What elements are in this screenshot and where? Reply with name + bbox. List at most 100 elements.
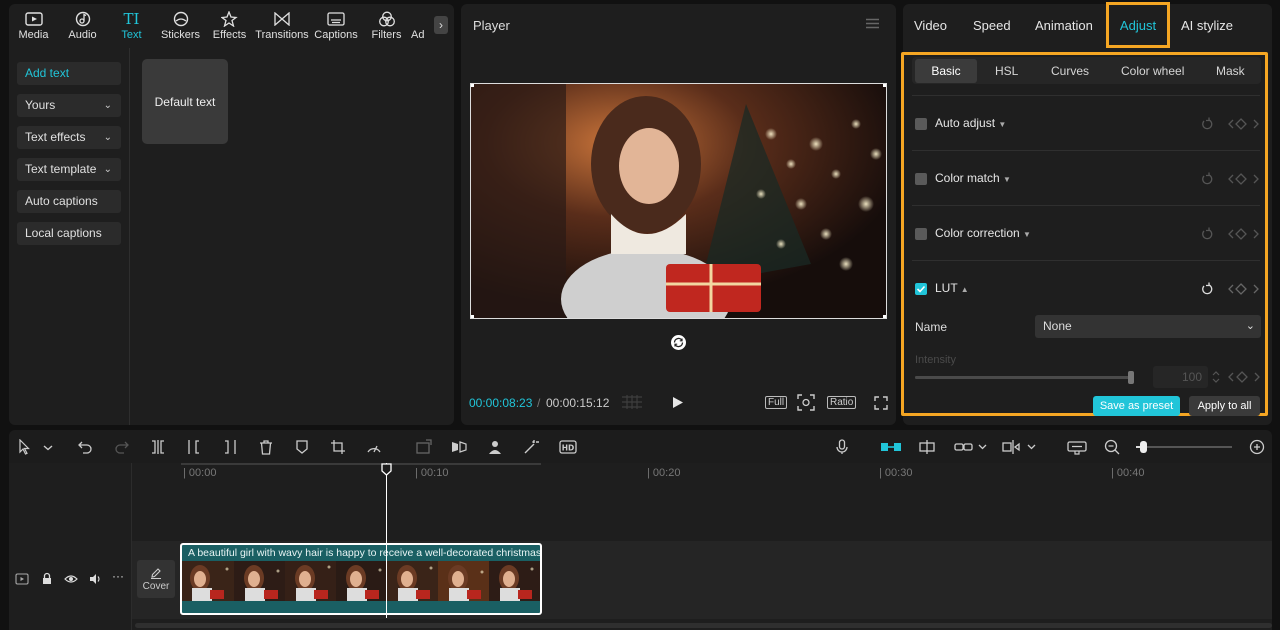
- tab-effects[interactable]: Effects: [205, 4, 254, 44]
- yours-dropdown[interactable]: Yours ⌄: [17, 94, 121, 117]
- subtab-color-wheel[interactable]: Color wheel: [1121, 64, 1184, 78]
- hd-button[interactable]: HD: [559, 439, 577, 455]
- intensity-stepper[interactable]: [1211, 369, 1221, 385]
- tab-text[interactable]: TI Text: [107, 4, 156, 44]
- tab-ai-stylize[interactable]: AI stylize: [1181, 18, 1233, 33]
- text-effects-dropdown[interactable]: Text effects ⌄: [17, 126, 121, 149]
- video-frame[interactable]: [470, 83, 887, 319]
- tab-speed[interactable]: Speed: [973, 18, 1011, 33]
- speed-curve-button[interactable]: [366, 439, 382, 455]
- intensity-input[interactable]: 100: [1153, 366, 1208, 388]
- color-match-toggle[interactable]: Color match ▼: [935, 171, 1011, 185]
- mirror-button[interactable]: [451, 439, 467, 455]
- person-icon: [489, 441, 501, 454]
- magic-button[interactable]: [523, 439, 539, 455]
- linkage-button[interactable]: [954, 439, 988, 455]
- track-controls: ···: [15, 569, 127, 586]
- frame-handle-tl[interactable]: [471, 84, 474, 87]
- more-icon[interactable]: ···: [112, 569, 124, 583]
- auto-adjust-checkbox[interactable]: [915, 118, 927, 130]
- speaker-icon[interactable]: [88, 572, 102, 586]
- auto-adjust-toggle[interactable]: Auto adjust ▼: [935, 116, 1006, 130]
- zoom-out-button[interactable]: [1104, 439, 1120, 455]
- full-button[interactable]: Full: [765, 396, 788, 409]
- snap-button[interactable]: [918, 439, 935, 455]
- lut-toggle[interactable]: LUT ▲: [935, 281, 969, 295]
- playhead[interactable]: [386, 463, 387, 618]
- redo-button[interactable]: [114, 439, 130, 455]
- color-correction-keyframe-controls[interactable]: [1200, 227, 1260, 241]
- grid-view-icon[interactable]: [622, 395, 642, 409]
- local-captions-button[interactable]: Local captions: [17, 222, 121, 245]
- tab-media[interactable]: Media: [9, 4, 58, 44]
- lock-icon[interactable]: [40, 572, 54, 586]
- rotate-button[interactable]: [670, 334, 687, 351]
- subtab-basic[interactable]: Basic: [915, 59, 977, 83]
- subtab-mask[interactable]: Mask: [1216, 64, 1245, 78]
- tab-filters[interactable]: Filters: [362, 4, 411, 44]
- split-right-button[interactable]: [222, 439, 238, 455]
- timeline-scrollbar[interactable]: [135, 623, 1272, 628]
- add-text-label: Add text: [25, 66, 70, 80]
- auto-adjust-keyframe-controls[interactable]: [1200, 117, 1260, 131]
- time-tick: | 00:10: [415, 467, 449, 479]
- auto-captions-button[interactable]: Auto captions: [17, 190, 121, 213]
- color-correction-toggle[interactable]: Color correction ▼: [935, 226, 1031, 240]
- marker-button[interactable]: [294, 439, 310, 455]
- track-video-icon[interactable]: [15, 572, 29, 586]
- chevron-down-icon: ⌄: [103, 100, 112, 111]
- zoom-out-icon: [1104, 439, 1120, 455]
- fullscreen-button[interactable]: [874, 396, 888, 410]
- add-text-button[interactable]: Add text: [17, 62, 121, 85]
- text-template-dropdown[interactable]: Text template ⌄: [17, 158, 121, 181]
- zoom-in-button[interactable]: [1249, 439, 1265, 455]
- save-as-preset-button[interactable]: Save as preset: [1093, 396, 1180, 416]
- tab-adjust[interactable]: Adjust: [1106, 2, 1170, 48]
- split-button[interactable]: [150, 439, 166, 455]
- color-match-keyframe-controls[interactable]: [1200, 172, 1260, 186]
- lut-checkbox[interactable]: [915, 283, 927, 295]
- tab-transitions[interactable]: Transitions: [254, 4, 310, 44]
- remove-background-button[interactable]: [487, 439, 503, 455]
- subtab-curves[interactable]: Curves: [1051, 64, 1089, 78]
- lut-keyframe-controls[interactable]: [1200, 282, 1260, 296]
- player-menu-icon[interactable]: [866, 18, 879, 29]
- undo-button[interactable]: [77, 439, 93, 455]
- tab-stickers[interactable]: Stickers: [156, 4, 205, 44]
- freeze-frame-button[interactable]: [416, 439, 432, 455]
- color-match-checkbox[interactable]: [915, 173, 927, 185]
- preview-axis-button[interactable]: [1002, 439, 1038, 455]
- tab-animation[interactable]: Animation: [1035, 18, 1093, 33]
- eye-icon[interactable]: [64, 572, 78, 586]
- color-correction-checkbox[interactable]: [915, 228, 927, 240]
- video-clip[interactable]: A beautiful girl with wavy hair is happy…: [180, 543, 542, 615]
- split-left-button[interactable]: [186, 439, 202, 455]
- zoom-slider-thumb[interactable]: [1140, 441, 1147, 453]
- audio-icon: [75, 11, 91, 27]
- tab-captions[interactable]: Captions: [310, 4, 362, 44]
- tab-adjustment[interactable]: Ad: [411, 4, 429, 44]
- subtitle-button[interactable]: [1067, 439, 1087, 455]
- apply-to-all-button[interactable]: Apply to all: [1189, 396, 1260, 416]
- main-track-magnet-button[interactable]: [880, 439, 902, 455]
- cover-button[interactable]: Cover: [137, 560, 175, 598]
- ratio-button[interactable]: Ratio: [827, 396, 857, 409]
- lut-name-select[interactable]: None ⌄: [1035, 315, 1261, 338]
- screenshot-button[interactable]: [797, 394, 815, 411]
- intensity-keyframe-controls[interactable]: [1227, 370, 1261, 384]
- select-tool-button[interactable]: [17, 439, 33, 455]
- zoom-slider[interactable]: [1136, 441, 1232, 453]
- subtab-hsl[interactable]: HSL: [995, 64, 1018, 78]
- tab-audio[interactable]: Audio: [58, 4, 107, 44]
- record-audio-button[interactable]: [834, 439, 850, 455]
- play-button[interactable]: [672, 396, 684, 409]
- crop-button[interactable]: [330, 439, 346, 455]
- tab-video[interactable]: Video: [914, 18, 947, 33]
- intensity-slider-thumb[interactable]: [1128, 371, 1134, 384]
- intensity-slider[interactable]: [915, 371, 1134, 384]
- default-text-card[interactable]: Default text: [142, 59, 228, 144]
- playhead-handle[interactable]: [381, 463, 392, 476]
- select-tool-dropdown[interactable]: [40, 439, 56, 455]
- tabs-scroll-right-button[interactable]: ›: [434, 16, 448, 34]
- delete-button[interactable]: [258, 439, 274, 455]
